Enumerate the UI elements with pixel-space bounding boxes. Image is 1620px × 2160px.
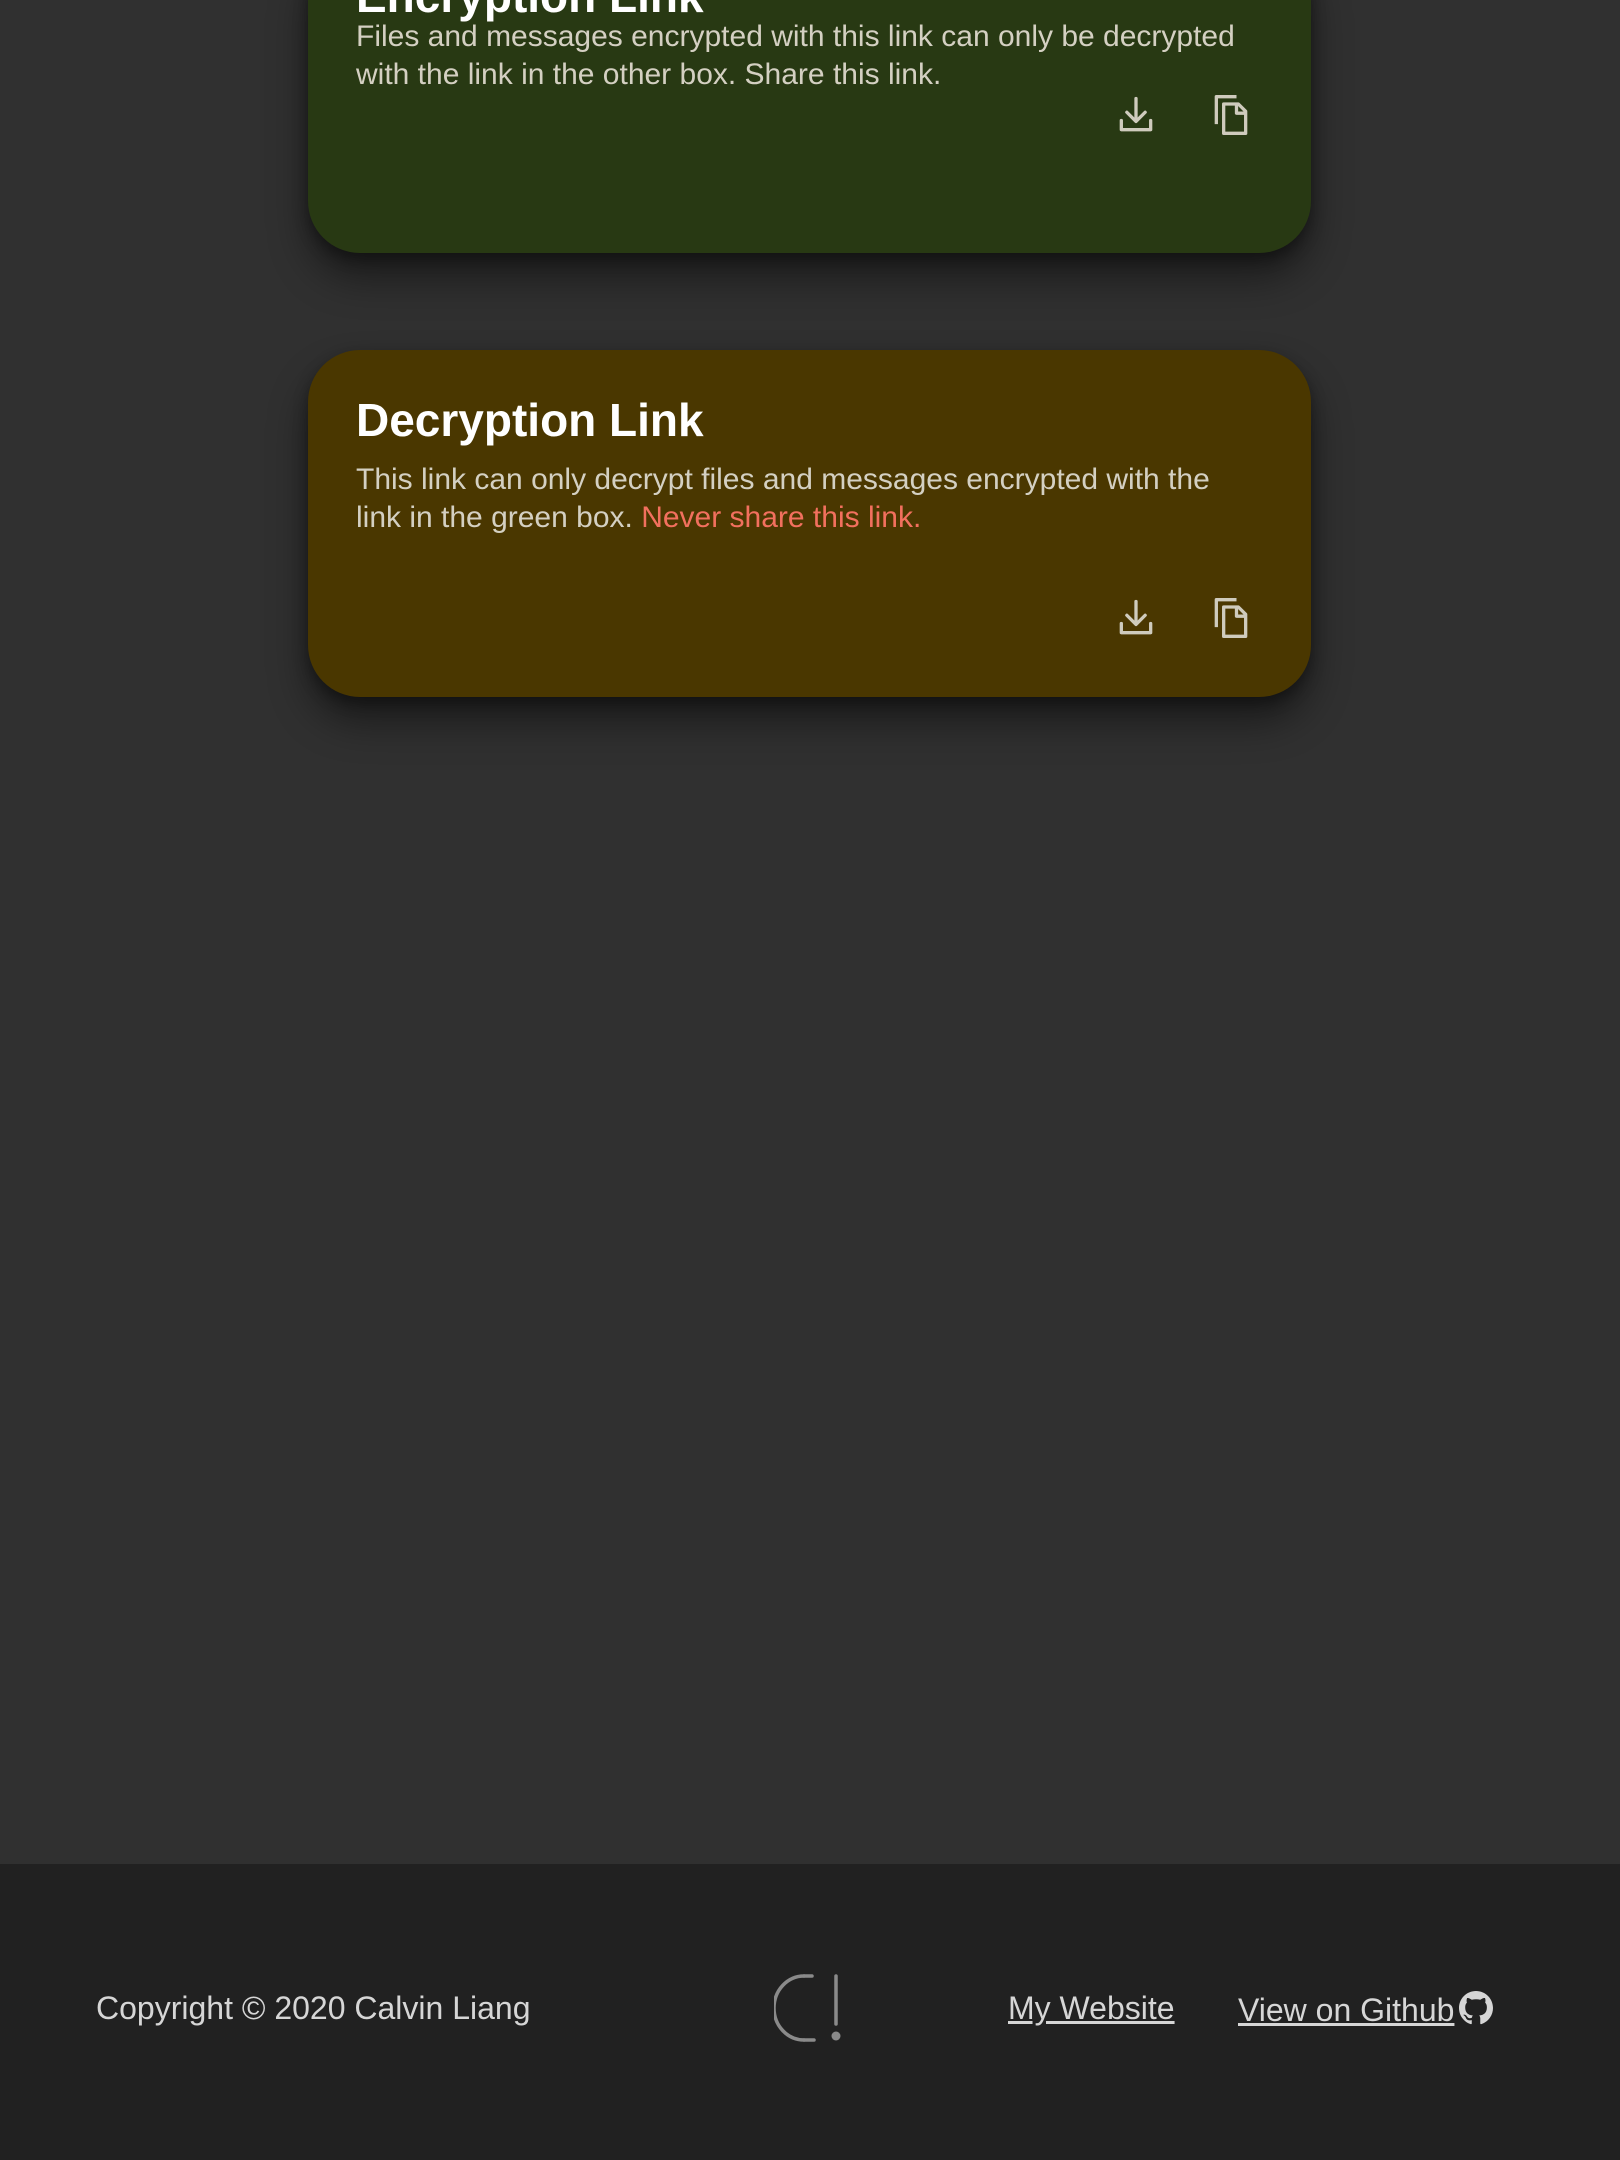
copy-icon [1214, 95, 1248, 135]
view-on-github-link[interactable]: View on Github [1238, 1990, 1454, 2030]
download-icon [1119, 96, 1153, 132]
decryption-card-title: Decryption Link [356, 394, 704, 446]
decryption-download-button[interactable] [1108, 590, 1164, 646]
copy-icon [1214, 598, 1248, 638]
decryption-link-card: Decryption Link This link can only decry… [308, 350, 1311, 697]
encryption-download-button[interactable] [1108, 87, 1164, 143]
never-share-warning: Never share this link. [641, 501, 922, 534]
decryption-copy-button[interactable] [1203, 590, 1259, 646]
download-icon [1119, 599, 1153, 635]
page: Encryption Link Files and messages encry… [0, 0, 1620, 2160]
copyright-text: Copyright © 2020 Calvin Liang [96, 1990, 531, 2026]
logo-icon [774, 1974, 841, 2042]
my-website-link[interactable]: My Website [1008, 1988, 1175, 2028]
encryption-card-description: Files and messages encrypted with this l… [356, 20, 1235, 91]
decryption-card-description: This link can only decrypt files and mes… [356, 461, 1256, 537]
github-icon[interactable] [1459, 1991, 1493, 2025]
encryption-copy-button[interactable] [1203, 87, 1259, 143]
encryption-link-card: Encryption Link Files and messages encry… [308, 0, 1311, 253]
